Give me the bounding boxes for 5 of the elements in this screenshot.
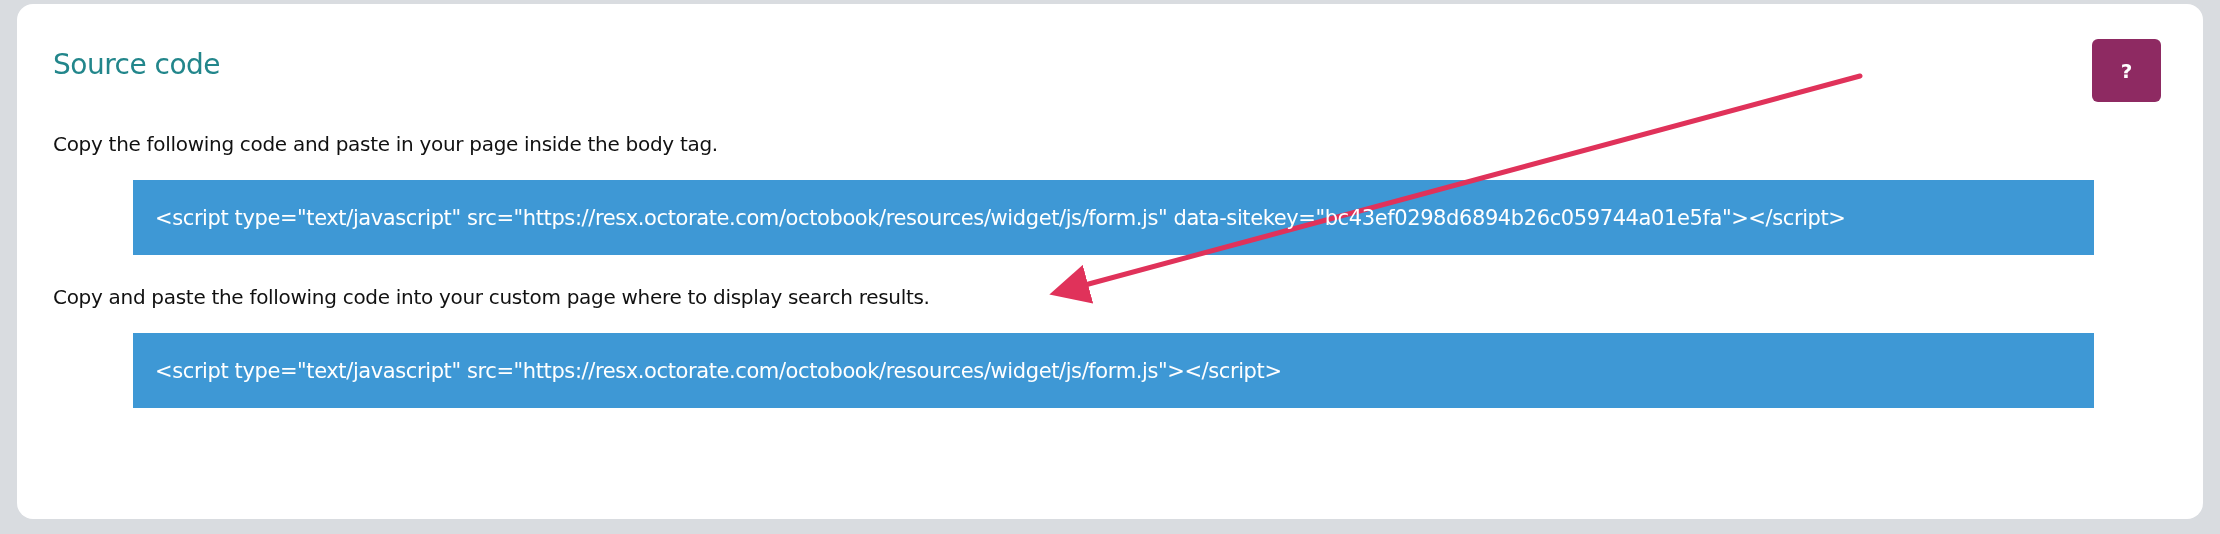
instruction-text: Copy the following code and paste in your page inside the body tag. — [53, 132, 719, 156]
code-snippet: <script type="text/javascript" src="https://resx.octorate.com/octobook/resources/widget/js/form.js"></script> — [133, 333, 2094, 408]
section-title: Source code — [53, 47, 221, 81]
instruction-text: Copy and paste the following code into your custom page where to display search results. — [53, 285, 931, 309]
help-button[interactable]: ? — [2092, 39, 2161, 102]
